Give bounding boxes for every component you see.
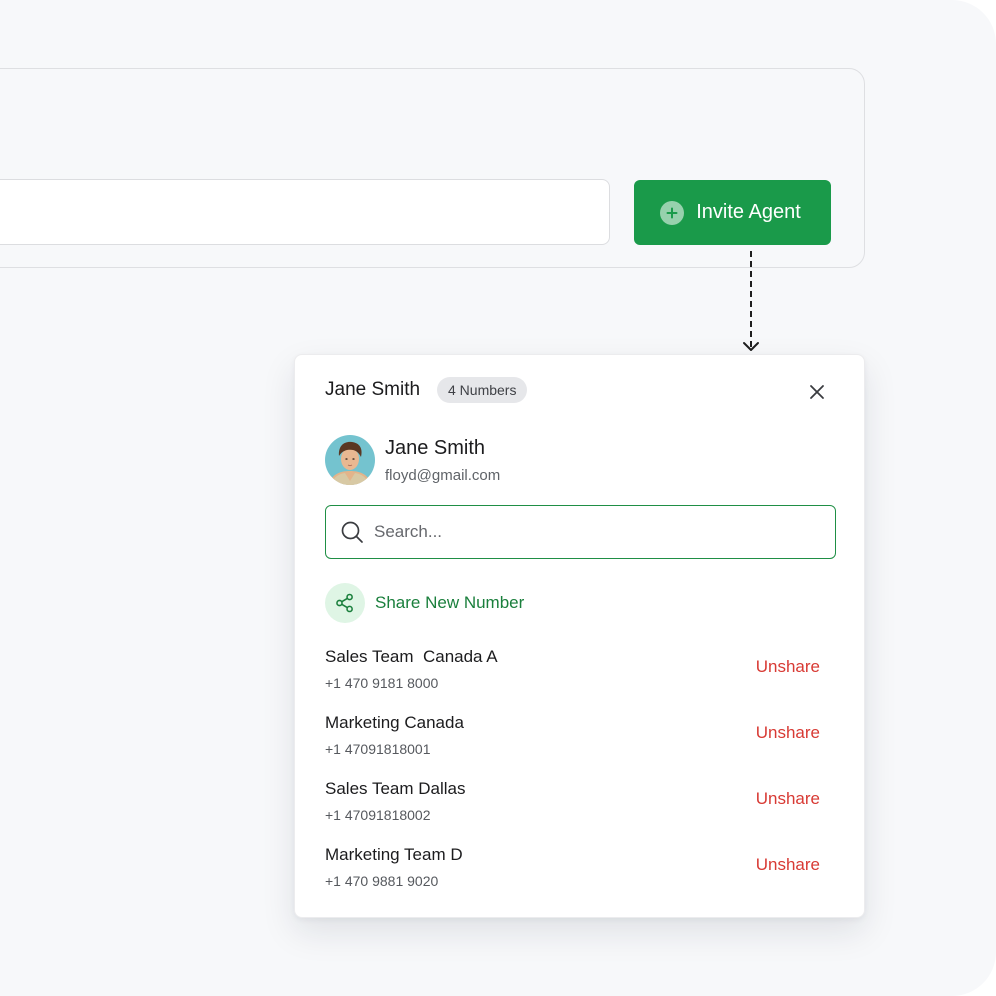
unshare-button[interactable]: Unshare bbox=[756, 723, 820, 743]
unshare-button[interactable]: Unshare bbox=[756, 855, 820, 875]
invite-agent-label: Invite Agent bbox=[696, 201, 801, 223]
number-name: Sales Team Canada A bbox=[325, 647, 498, 666]
share-new-number-label: Share New Number bbox=[375, 593, 525, 612]
invite-agent-button[interactable]: Invite Agent bbox=[634, 180, 831, 245]
number-phone: +1 47091818001 bbox=[325, 741, 431, 757]
close-icon bbox=[810, 385, 824, 399]
close-button[interactable] bbox=[805, 380, 829, 404]
search-icon bbox=[341, 521, 363, 543]
list-item: Marketing Team D +1 470 9881 9020 Unshar… bbox=[325, 845, 836, 911]
number-name: Marketing Team D bbox=[325, 845, 463, 864]
share-numbers-panel: Jane Smith 4 Numbers Jane Smith floyd@gm… bbox=[294, 354, 865, 918]
list-item: Sales Team Dallas +1 47091818002 Unshare bbox=[325, 779, 836, 845]
number-name: Sales Team Dallas bbox=[325, 779, 466, 798]
number-name: Marketing Canada bbox=[325, 713, 464, 732]
dashed-connector bbox=[750, 251, 752, 347]
unshare-button[interactable]: Unshare bbox=[756, 789, 820, 809]
number-phone: +1 470 9881 9020 bbox=[325, 873, 439, 889]
number-phone: +1 47091818002 bbox=[325, 807, 431, 823]
user-name: Jane Smith bbox=[385, 437, 486, 459]
number-phone: +1 470 9181 8000 bbox=[325, 675, 439, 691]
arrow-down-icon bbox=[743, 342, 759, 351]
unshare-button[interactable]: Unshare bbox=[756, 657, 820, 677]
list-item: Marketing Canada +1 47091818001 Unshare bbox=[325, 713, 836, 779]
share-new-number-button[interactable]: Share New Number bbox=[325, 583, 524, 623]
user-email: floyd@gmail.com bbox=[385, 467, 501, 484]
canvas-background: Invite Agent Jane Smith 4 Numbers Jane S… bbox=[0, 0, 996, 996]
list-item: Sales Team Canada A +1 470 9181 8000 Uns… bbox=[325, 647, 836, 713]
search-box bbox=[325, 505, 836, 559]
shared-numbers-list: Sales Team Canada A +1 470 9181 8000 Uns… bbox=[325, 647, 836, 911]
avatar bbox=[325, 435, 375, 485]
agent-search-field[interactable] bbox=[0, 179, 610, 245]
panel-title: Jane Smith bbox=[325, 379, 421, 400]
numbers-count-badge: 4 Numbers bbox=[437, 377, 528, 403]
search-input[interactable] bbox=[374, 506, 814, 557]
share-icon bbox=[325, 583, 365, 623]
plus-circle-icon bbox=[660, 200, 685, 225]
